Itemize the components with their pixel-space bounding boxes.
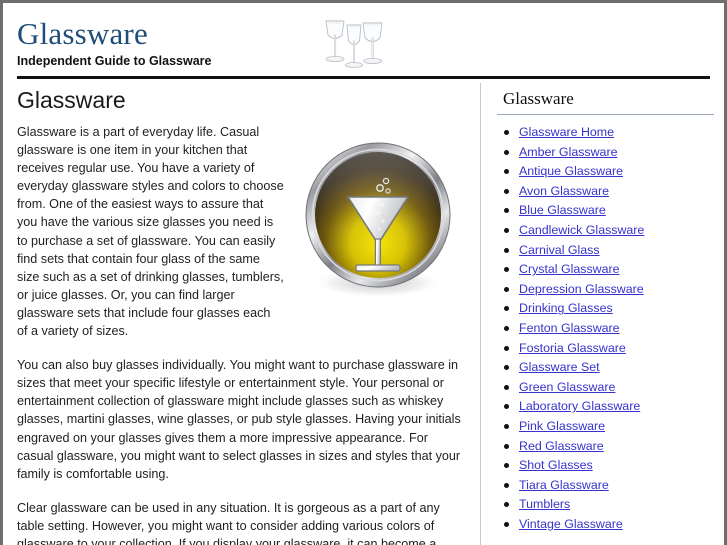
list-item: Glassware Set <box>497 359 714 376</box>
list-item: Depression Glassware <box>497 281 714 298</box>
sidebar-item-tumblers[interactable]: Tumblers <box>519 497 570 511</box>
sidebar-item-antique-glassware[interactable]: Antique Glassware <box>519 164 623 178</box>
site-header: Glassware Independent Guide to Glassware <box>3 3 724 79</box>
sidebar-item-fenton-glassware[interactable]: Fenton Glassware <box>519 321 620 335</box>
sidebar-item-avon-glassware[interactable]: Avon Glassware <box>519 184 609 198</box>
sidebar-item-crystal-glassware[interactable]: Crystal Glassware <box>519 262 620 276</box>
sidebar-item-carnival-glass[interactable]: Carnival Glass <box>519 243 600 257</box>
sidebar-item-glassware-home[interactable]: Glassware Home <box>519 125 614 139</box>
list-item: Crystal Glassware <box>497 261 714 278</box>
sidebar-item-amber-glassware[interactable]: Amber Glassware <box>519 145 617 159</box>
list-item: Tumblers <box>497 496 714 513</box>
list-item: Fenton Glassware <box>497 320 714 337</box>
sidebar-item-fostoria-glassware[interactable]: Fostoria Glassware <box>519 341 626 355</box>
sidebar-item-red-glassware[interactable]: Red Glassware <box>519 439 604 453</box>
main-content-column: Glassware Glassware is a part of everyda… <box>3 79 480 545</box>
wine-glasses-icon <box>316 15 392 75</box>
list-item: Blue Glassware <box>497 202 714 219</box>
page-title: Glassware <box>17 87 126 113</box>
list-item: Antique Glassware <box>497 163 714 180</box>
page-frame: Glassware Independent Guide to Glassware <box>3 3 724 545</box>
list-item: Glassware Home <box>497 124 714 141</box>
list-item: Fostoria Glassware <box>497 340 714 357</box>
sidebar-item-pink-glassware[interactable]: Pink Glassware <box>519 419 605 433</box>
sidebar: Glassware Glassware Home Amber Glassware… <box>481 79 724 535</box>
martini-glass-badge-icon <box>298 137 466 305</box>
list-item: Laboratory Glassware <box>497 398 714 415</box>
sidebar-item-green-glassware[interactable]: Green Glassware <box>519 380 615 394</box>
list-item: Red Glassware <box>497 438 714 455</box>
list-item: Amber Glassware <box>497 144 714 161</box>
sidebar-item-vintage-glassware[interactable]: Vintage Glassware <box>519 517 623 531</box>
sidebar-heading-rule <box>497 114 714 115</box>
sidebar-item-tiara-glassware[interactable]: Tiara Glassware <box>519 478 609 492</box>
list-item: Avon Glassware <box>497 183 714 200</box>
paragraph: Clear glassware can be used in any situa… <box>17 500 440 545</box>
sidebar-item-depression-glassware[interactable]: Depression Glassware <box>519 282 644 296</box>
list-item: Shot Glasses <box>497 457 714 474</box>
list-item: Drinking Glasses <box>497 300 714 317</box>
sidebar-link-list: Glassware Home Amber Glassware Antique G… <box>497 124 714 532</box>
paragraph: You can also buy glasses individually. Y… <box>17 358 461 481</box>
sidebar-item-candlewick-glassware[interactable]: Candlewick Glassware <box>519 223 644 237</box>
sidebar-item-glassware-set[interactable]: Glassware Set <box>519 360 600 374</box>
list-item: Carnival Glass <box>497 242 714 259</box>
sidebar-item-drinking-glasses[interactable]: Drinking Glasses <box>519 301 613 315</box>
sidebar-item-laboratory-glassware[interactable]: Laboratory Glassware <box>519 399 640 413</box>
sidebar-item-blue-glassware[interactable]: Blue Glassware <box>519 203 606 217</box>
list-item: Pink Glassware <box>497 418 714 435</box>
content-wrap: Glassware Glassware is a part of everyda… <box>3 79 724 545</box>
sidebar-item-shot-glasses[interactable]: Shot Glasses <box>519 458 593 472</box>
list-item: Vintage Glassware <box>497 516 714 533</box>
list-item: Green Glassware <box>497 379 714 396</box>
sidebar-heading: Glassware <box>503 89 574 108</box>
list-item: Tiara Glassware <box>497 477 714 494</box>
list-item: Candlewick Glassware <box>497 222 714 239</box>
